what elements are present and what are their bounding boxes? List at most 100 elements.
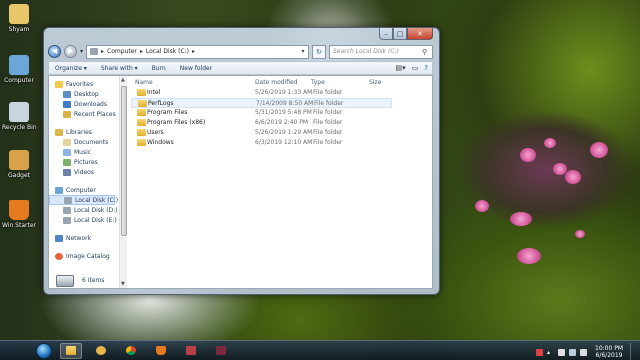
navigation-scrollbar[interactable]: ▲ ▼ [119,76,127,288]
nav-pictures[interactable]: Pictures [49,157,119,167]
show-hidden-icons[interactable]: ▴ [547,349,554,356]
nav-label: Recent Places [74,110,116,118]
nav-label: Network [66,234,92,242]
nav-label: Favorites [66,80,94,88]
nav-libraries[interactable]: Libraries [49,127,119,137]
desktop-icon-recycle-bin[interactable]: Recycle Bin [2,102,37,131]
address-bar[interactable]: ▸ Computer ▸ Local Disk (C:) ▸ ▾ [86,44,309,59]
nav-desktop[interactable]: Desktop [49,89,119,99]
recent-pages-button[interactable]: ▾ [80,48,83,55]
desktop-icon-gadget[interactable]: Gadget [2,150,36,179]
address-dropdown-icon[interactable]: ▾ [298,48,308,55]
file-row[interactable]: Program Files 5/31/2019 5:48 PM File fol… [131,108,392,118]
nav-local-disk-e[interactable]: Local Disk (E:) [49,215,119,225]
nav-documents[interactable]: Documents [49,137,119,147]
taskbar-app-2[interactable] [210,343,232,359]
nav-recent-places[interactable]: Recent Places [49,109,119,119]
taskbar-explorer[interactable] [60,342,82,359]
flag-icon[interactable] [558,348,565,356]
taskbar-chrome[interactable] [120,343,142,359]
nav-computer[interactable]: Computer [49,185,119,195]
scrollbar-thumb[interactable] [121,86,127,236]
drive-icon [64,196,72,204]
preview-pane-icon[interactable]: ▭ [412,64,419,72]
file-name: Windows [147,139,174,146]
organize-button[interactable]: Organize ▾ [55,65,87,72]
search-placeholder: Search Local Disk (C:) [333,48,399,55]
scroll-up-icon[interactable]: ▲ [121,77,125,83]
navigation-pane: Favorites Desktop Downloads Recent Place… [49,76,119,288]
taskbar-vlc[interactable] [150,343,172,359]
column-name[interactable]: Name [135,79,153,86]
maximize-button[interactable]: □ [393,28,407,40]
close-button[interactable]: ✕ [407,28,433,40]
taskbar: ▴ 10:00 PM 6/6/2019 [0,340,640,360]
user-folder-icon [9,4,29,24]
start-button[interactable] [36,342,52,359]
nav-network[interactable]: Network [49,233,119,243]
nav-image-catalog[interactable]: Image Catalog [49,251,119,261]
nav-downloads[interactable]: Downloads [49,99,119,109]
folder-icon [137,89,146,96]
breadcrumb-computer[interactable]: Computer [107,48,137,55]
libraries-icon [55,128,63,136]
help-icon[interactable]: ? [424,64,428,72]
file-type: File folder [313,119,343,126]
desktop-icon-label: Recycle Bin [2,124,37,131]
column-date-modified[interactable]: Date modified [255,79,298,86]
search-input[interactable]: Search Local Disk (C:) ⚲ [329,44,433,59]
pictures-icon [63,158,71,166]
file-row[interactable]: PerfLogs 7/14/2009 8:50 AM File folder [131,98,392,108]
back-button[interactable]: ◀ [48,45,61,58]
share-with-button[interactable]: Share with ▾ [101,65,138,72]
documents-icon [63,138,71,146]
taskbar-app[interactable] [180,343,202,359]
column-size[interactable]: Size [369,79,381,86]
chrome-icon [126,346,136,355]
volume-icon[interactable] [580,348,587,356]
desktop-icon-win-starter[interactable]: Win Starter [2,200,36,229]
clock-time: 10:00 PM [595,345,623,352]
view-options-icon[interactable]: ▤▾ [396,64,406,72]
vlc-cone-icon [9,200,29,220]
file-name: PerfLogs [148,100,174,107]
show-desktop-button[interactable] [630,343,636,360]
file-name: Program Files [147,109,188,116]
drive-large-icon [56,274,74,287]
explorer-content: Favorites Desktop Downloads Recent Place… [48,75,433,289]
nav-videos[interactable]: Videos [49,167,119,177]
network-icon[interactable] [569,348,576,356]
nav-favorites[interactable]: Favorites [49,79,119,89]
column-type[interactable]: Type [311,79,325,86]
desktop-icon-user[interactable]: Shyam [2,4,36,33]
new-folder-button[interactable]: New folder [180,65,212,72]
image-catalog-icon [55,252,63,260]
clock[interactable]: 10:00 PM 6/6/2019 [595,345,623,359]
desktop-icon [63,90,71,98]
nav-music[interactable]: Music [49,147,119,157]
nav-local-disk-d[interactable]: Local Disk (D:) [49,205,119,215]
folder-icon [66,346,76,355]
nav-label: Libraries [66,128,92,136]
file-name: Users [147,129,164,136]
file-row[interactable]: Intel 5/26/2019 1:33 AM File folder [131,88,392,98]
minimize-button[interactable]: – [379,28,393,40]
file-type: File folder [313,109,343,116]
burn-button[interactable]: Burn [152,65,166,72]
taskbar-media-player[interactable] [90,343,112,359]
file-type: File folder [313,129,343,136]
desktop-icon-computer[interactable]: Computer [2,55,36,84]
music-icon [63,148,71,156]
breadcrumb-local-disk[interactable]: Local Disk (C:) [146,48,189,55]
refresh-button[interactable]: ↻ [312,44,326,59]
file-row[interactable]: Users 5/26/2019 1:29 AM File folder [131,128,392,138]
computer-icon [9,55,29,75]
folder-icon [137,119,146,126]
nav-local-disk-c[interactable]: Local Disk (C:) [49,195,118,205]
command-bar: Organize ▾ Share with ▾ Burn New folder … [48,61,433,75]
vlc-cone-icon [156,346,166,355]
file-row[interactable]: Windows 6/3/2019 12:10 AM File folder [131,138,392,148]
file-row[interactable]: Program Files (x86) 6/6/2019 2:40 PM Fil… [131,118,392,128]
tray-icon[interactable] [536,348,543,356]
forward-button[interactable]: ▶ [64,45,77,58]
